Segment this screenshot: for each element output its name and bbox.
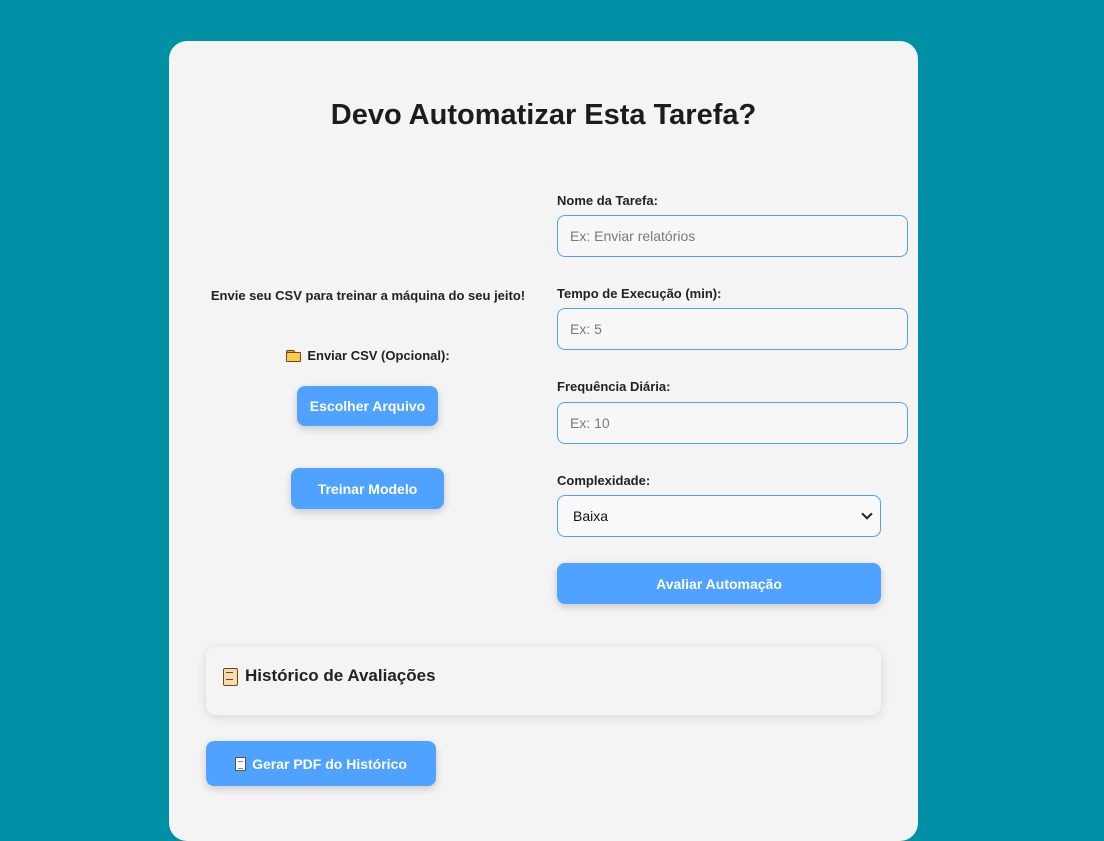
history-title-text: Histórico de Avaliações — [245, 666, 436, 685]
complexity-label: Complexidade: — [557, 473, 651, 488]
evaluate-automation-button[interactable]: Avaliar Automação — [557, 563, 881, 604]
history-title: Histórico de Avaliações — [222, 666, 436, 686]
upload-label-text: Enviar CSV (Opcional): — [307, 348, 450, 363]
execution-time-label: Tempo de Execução (min): — [557, 286, 722, 301]
task-name-label: Nome da Tarefa: — [557, 193, 658, 208]
document-icon — [235, 756, 247, 771]
scroll-icon — [222, 667, 238, 686]
upload-tagline: Envie seu CSV para treinar a máquina do … — [210, 288, 526, 303]
daily-frequency-input[interactable] — [557, 402, 908, 444]
generate-pdf-button[interactable]: Gerar PDF do Histórico — [206, 741, 436, 786]
complexity-selected-value: Baixa — [573, 508, 609, 524]
choose-file-button[interactable]: Escolher Arquivo — [297, 386, 438, 426]
task-form: Nome da Tarefa: Tempo de Execução (min):… — [557, 41, 918, 641]
execution-time-input[interactable] — [557, 308, 908, 350]
folder-icon — [286, 350, 302, 362]
train-model-button[interactable]: Treinar Modelo — [291, 468, 444, 509]
upload-label: Enviar CSV (Opcional): — [169, 348, 567, 363]
task-name-input[interactable] — [557, 215, 908, 257]
upload-section: Envie seu CSV para treinar a máquina do … — [169, 41, 567, 641]
complexity-select[interactable]: Baixa — [557, 495, 881, 537]
main-card: Devo Automatizar Esta Tarefa? Envie seu … — [169, 41, 918, 841]
generate-pdf-label: Gerar PDF do Histórico — [252, 755, 407, 772]
chevron-down-icon — [861, 508, 873, 520]
daily-frequency-label: Frequência Diária: — [557, 379, 671, 394]
history-panel: Histórico de Avaliações — [206, 647, 881, 715]
